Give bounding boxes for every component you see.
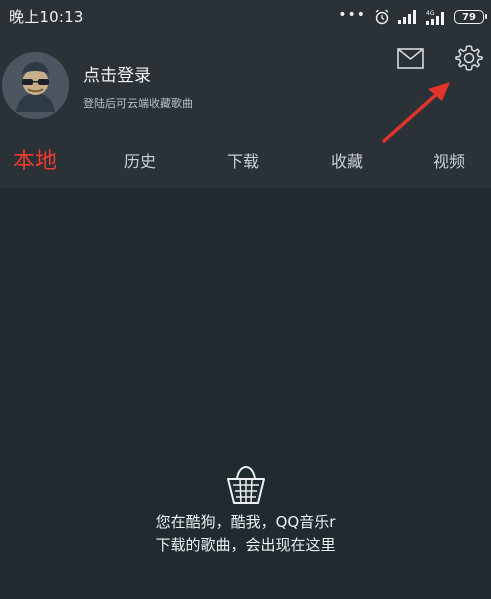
- mail-icon: [397, 48, 424, 69]
- music-app-screen: 晚上10:13 ••• 4G 79 点击登录 登陆后可云端收藏歌曲 本地 历史 …: [0, 0, 491, 599]
- tab-favorites[interactable]: 收藏: [331, 140, 363, 184]
- login-title[interactable]: 点击登录: [83, 61, 151, 86]
- status-time: 晚上10:13: [9, 8, 84, 26]
- empty-state: 您在酷狗，酷我，QQ音乐r 下载的歌曲，会出现在这里: [0, 465, 491, 557]
- battery-level: 79: [462, 11, 476, 23]
- gear-icon: [455, 45, 483, 71]
- tab-history[interactable]: 历史: [124, 140, 156, 184]
- settings-button[interactable]: [455, 44, 483, 72]
- avatar[interactable]: [2, 52, 69, 119]
- status-bar: 晚上10:13 ••• 4G 79: [0, 0, 491, 34]
- header-panel: 晚上10:13 ••• 4G 79 点击登录 登陆后可云端收藏歌曲 本地 历史 …: [0, 0, 491, 188]
- empty-message-line-1: 您在酷狗，酷我，QQ音乐r: [155, 513, 336, 531]
- basket-icon: [226, 465, 265, 504]
- more-dots: •••: [338, 7, 366, 23]
- mail-button[interactable]: [396, 46, 426, 72]
- tab-bar: 本地 历史 下载 收藏 视频: [0, 140, 491, 184]
- signal-4g-icon: 4G: [426, 10, 444, 25]
- avatar-icon: [2, 52, 69, 119]
- alarm-icon: [375, 9, 389, 25]
- tab-videos[interactable]: 视频: [433, 140, 465, 184]
- empty-message-line-2: 下载的歌曲，会出现在这里: [155, 536, 336, 554]
- signal-icon: [398, 10, 416, 24]
- tab-local[interactable]: 本地: [13, 140, 57, 184]
- login-subtitle: 登陆后可云端收藏歌曲: [83, 97, 193, 110]
- svg-text:4G: 4G: [426, 10, 435, 17]
- tab-downloads[interactable]: 下载: [227, 140, 259, 184]
- status-icons: ••• 4G 79: [338, 7, 487, 27]
- battery-icon: 79: [454, 10, 487, 24]
